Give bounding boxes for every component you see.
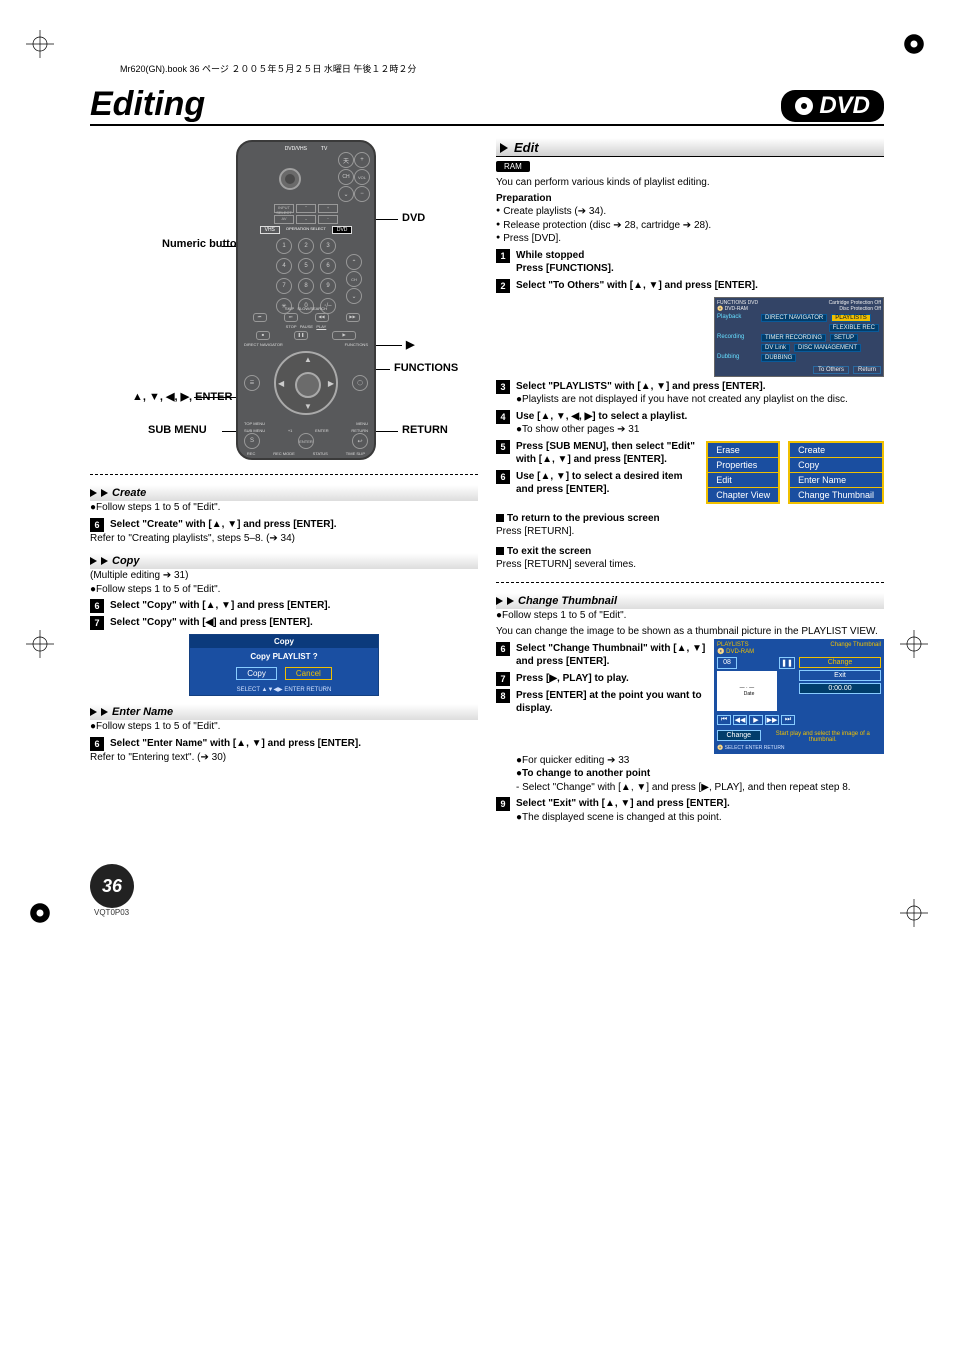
changethumb-follow: ●Follow steps 1 to 5 of "Edit". <box>496 609 884 623</box>
exit-text: Press [RETURN] several times. <box>496 558 884 572</box>
mode-dvd: DVD <box>332 226 353 234</box>
create-follow: ●Follow steps 1 to 5 of "Edit". <box>90 501 478 515</box>
entername-heading: Enter Name <box>90 704 478 720</box>
top-menu-button-icon: ☰ <box>244 375 260 391</box>
step-text: Select "PLAYLISTS" with [▲, ▼] and press… <box>516 380 884 394</box>
changethumb-heading: Change Thumbnail <box>496 593 884 609</box>
step-number: 6 <box>90 737 104 751</box>
submenu-popup: EraseProperties EditChapter View CreateC… <box>706 441 884 504</box>
step-text: Select "Exit" with [▲, ▼] and press [ENT… <box>516 797 884 811</box>
copy-multi: (Multiple editing ➔ 31) <box>90 569 478 583</box>
doc-code: VQT0P03 <box>94 908 884 917</box>
return-text: Press [RETURN]. <box>496 525 884 539</box>
step-number: 6 <box>90 518 104 532</box>
return-button-icon: ↩ <box>352 433 368 449</box>
step-text: Use [▲, ▼] to select a desired item and … <box>516 470 700 497</box>
ram-chip: RAM <box>496 161 530 172</box>
step-number: 3 <box>496 380 510 394</box>
print-header: Mr620(GN).book 36 ページ ２００５年５月２５日 水曜日 午後１… <box>90 60 884 85</box>
page-title: Editing <box>90 85 205 124</box>
step-text: While stopped <box>516 249 884 263</box>
disc-icon <box>795 97 813 115</box>
step-number: 5 <box>496 440 510 454</box>
step-number: 9 <box>496 797 510 811</box>
step-sub: Press [FUNCTIONS]. <box>516 262 884 276</box>
step-text: Use [▲, ▼, ◀, ▶] to select a playlist. <box>516 410 884 424</box>
thumbnail-osd: PLAYLISTS📀 DVD-RAMChange Thumbnail 08❚❚ … <box>714 639 884 754</box>
step-text: Select "Copy" with [▲, ▼] and press [ENT… <box>110 599 478 613</box>
step-text: Press [ENTER] at the point you want to d… <box>516 689 706 716</box>
return-heading: To return to the previous screen <box>496 512 884 526</box>
entername-follow: ●Follow steps 1 to 5 of "Edit". <box>90 720 478 734</box>
step-sub: ●Playlists are not displayed if you have… <box>516 393 884 407</box>
callout-submenu: SUB MENU <box>148 424 207 436</box>
preparation-title: Preparation <box>496 192 884 206</box>
page-number: 36 <box>90 864 134 908</box>
step-number: 7 <box>496 672 510 686</box>
step-number: 2 <box>496 279 510 293</box>
divider <box>90 474 478 475</box>
step-text: Select "Change Thumbnail" with [▲, ▼] an… <box>516 642 706 669</box>
step-sub: ●To show other pages ➔ 31 <box>516 423 884 437</box>
create-ref: Refer to "Creating playlists", steps 5–8… <box>90 532 478 546</box>
entername-ref: Refer to "Entering text". (➔ 30) <box>90 751 478 765</box>
step-number: 8 <box>496 689 510 703</box>
step-text: Press [▶, PLAY] to play. <box>516 672 706 686</box>
step-number: 4 <box>496 410 510 424</box>
dvd-badge: DVD <box>781 90 884 122</box>
step-number: 6 <box>496 642 510 656</box>
dvd-badge-text: DVD <box>819 92 870 120</box>
submenu-button-icon: S <box>244 433 260 449</box>
callout-arrows: ▲, ▼, ◀, ▶, ENTER <box>132 390 232 403</box>
step-text: Press [SUB MENU], then select "Edit" wit… <box>516 440 700 467</box>
callout-functions: FUNCTIONS <box>394 362 458 374</box>
copy-osd: Copy Copy PLAYLIST ? CopyCancel SELECT ▲… <box>189 634 379 696</box>
step-number: 6 <box>496 470 510 484</box>
step-text: Select "To Others" with [▲, ▼] and press… <box>516 279 884 293</box>
play-button-icon: ▶ <box>332 331 356 340</box>
step-number: 6 <box>90 599 104 613</box>
enter-button-icon: ENTER <box>298 433 314 449</box>
step-sub: ●The displayed scene is changed at this … <box>516 811 884 825</box>
functions-osd: FUNCTIONS DVD📀 DVD-RAM Cartridge Protect… <box>714 297 884 377</box>
divider <box>496 582 884 583</box>
step-text: Select "Create" with [▲, ▼] and press [E… <box>110 518 478 532</box>
copy-follow: ●Follow steps 1 to 5 of "Edit". <box>90 583 478 597</box>
callout-return: RETURN <box>402 424 448 436</box>
step-number: 7 <box>90 616 104 630</box>
callout-play: ▶ <box>406 338 414 351</box>
step-text: Select "Copy" with [◀] and press [ENTER]… <box>110 616 478 630</box>
changethumb-intro: You can change the image to be shown as … <box>496 625 884 639</box>
create-heading: Create <box>90 485 478 501</box>
thumbnail-preview-icon: — · — Date <box>717 671 777 711</box>
edit-heading: Edit <box>496 138 884 157</box>
power-button-icon <box>279 168 301 190</box>
copy-heading: Copy <box>90 553 478 569</box>
functions-button-icon: ◯ <box>352 375 368 391</box>
edit-intro: You can perform various kinds of playlis… <box>496 176 884 190</box>
preparation-list: Create playlists (➔ 34). Release protect… <box>496 205 884 246</box>
callout-dvd: DVD <box>402 212 425 224</box>
exit-heading: To exit the screen <box>496 545 884 559</box>
step8-sub: ●For quicker editing ➔ 33 ●To change to … <box>496 754 884 795</box>
triangle-icon <box>500 143 508 153</box>
step-number: 1 <box>496 249 510 263</box>
page-footer: 36 VQT0P03 <box>90 864 884 917</box>
remote-diagram: Numeric buttons DVD ▶ FUNCTIONS ▲, ▼, ◀,… <box>126 140 478 460</box>
step-text: Select "Enter Name" with [▲, ▼] and pres… <box>110 737 478 751</box>
